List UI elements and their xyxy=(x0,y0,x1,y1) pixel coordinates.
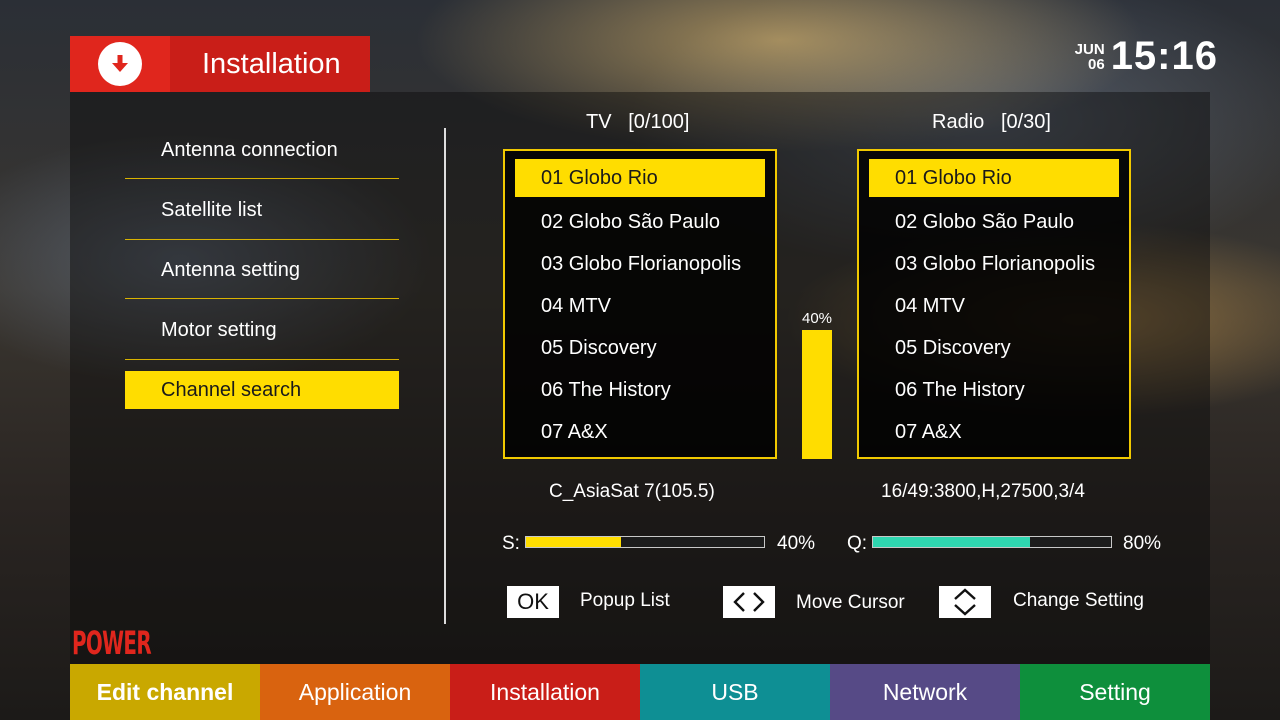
menu-separator xyxy=(125,178,399,179)
signal-quality-fill xyxy=(873,537,1031,547)
satellite-name: C_AsiaSat 7(105.5) xyxy=(549,481,715,502)
menu-separator xyxy=(125,359,399,360)
signal-strength-bar xyxy=(525,536,765,548)
change-setting-hint-text: Change Setting xyxy=(1013,590,1144,611)
title-tab: Installation xyxy=(70,36,370,92)
signal-strength-value: 40% xyxy=(777,533,816,554)
radio-label: Radio xyxy=(932,111,985,133)
tv-channel-row[interactable]: 06 The History xyxy=(515,369,765,411)
left-right-arrows-icon[interactable] xyxy=(723,586,775,618)
radio-channel-row[interactable]: 02 Globo São Paulo xyxy=(869,201,1119,243)
up-down-arrows-icon[interactable] xyxy=(939,586,991,618)
date: JUN 06 xyxy=(1075,42,1105,72)
radio-list-header: Radio [0/30] xyxy=(932,111,1051,134)
tv-channel-row[interactable]: 02 Globo São Paulo xyxy=(515,201,765,243)
tv-channel-list[interactable]: 01 Globo Rio 02 Globo São Paulo 03 Globo… xyxy=(503,149,777,459)
ok-hint-text: Popup List xyxy=(580,590,670,611)
date-day: 06 xyxy=(1088,55,1105,73)
nav-tab-installation[interactable]: Installation xyxy=(450,664,640,720)
nav-tab-usb[interactable]: USB xyxy=(640,664,830,720)
vertical-divider xyxy=(444,128,446,624)
radio-channel-list[interactable]: 01 Globo Rio 02 Globo São Paulo 03 Globo… xyxy=(857,149,1131,459)
ok-key[interactable]: OK xyxy=(507,586,559,618)
radio-channel-row[interactable]: 04 MTV xyxy=(869,285,1119,327)
menu-separator xyxy=(125,298,399,299)
clock-time: 15:16 xyxy=(1110,34,1218,78)
nav-tab-setting[interactable]: Setting xyxy=(1020,664,1210,720)
transponder-info: 16/49:3800,H,27500,3/4 xyxy=(881,481,1085,502)
nav-tab-application[interactable]: Application xyxy=(260,664,450,720)
download-icon xyxy=(98,42,142,86)
radio-channel-row[interactable]: 05 Discovery xyxy=(869,327,1119,369)
clock: JUN 06 15:16 xyxy=(1075,34,1218,79)
radio-channel-row[interactable]: 06 The History xyxy=(869,369,1119,411)
tv-channel-row[interactable]: 04 MTV xyxy=(515,285,765,327)
signal-quality-value: 80% xyxy=(1123,533,1162,554)
move-cursor-hint-text: Move Cursor xyxy=(796,592,905,613)
menu-item-antenna-connection[interactable]: Antenna connection xyxy=(125,131,399,169)
menu-item-motor-setting[interactable]: Motor setting xyxy=(125,311,399,349)
menu-item-satellite-list[interactable]: Satellite list xyxy=(125,191,399,229)
radio-channel-row[interactable]: 01 Globo Rio xyxy=(869,159,1119,197)
signal-strength-fill xyxy=(526,537,622,547)
menu-item-channel-search[interactable]: Channel search xyxy=(125,371,399,409)
tv-channel-row[interactable]: 01 Globo Rio xyxy=(515,159,765,197)
signal-quality-label: Q: xyxy=(847,533,868,554)
tv-list-header: TV [0/100] xyxy=(586,111,689,134)
radio-channel-row[interactable]: 03 Globo Florianopolis xyxy=(869,243,1119,285)
search-progress-bar xyxy=(802,330,832,459)
page-title: Installation xyxy=(170,36,370,92)
radio-channel-row[interactable]: 07 A&X xyxy=(869,411,1119,453)
tv-count: [0/100] xyxy=(628,111,690,133)
date-month: JUN xyxy=(1074,40,1105,58)
menu-item-antenna-setting[interactable]: Antenna setting xyxy=(125,251,399,289)
search-progress-label: 40% xyxy=(801,310,833,327)
tv-channel-row[interactable]: 03 Globo Florianopolis xyxy=(515,243,765,285)
nav-tab-network[interactable]: Network xyxy=(830,664,1020,720)
signal-quality-bar xyxy=(872,536,1112,548)
tv-channel-row[interactable]: 07 A&X xyxy=(515,411,765,453)
tv-channel-row[interactable]: 05 Discovery xyxy=(515,327,765,369)
bottom-nav: Edit channel Application Installation US… xyxy=(70,664,1210,720)
nav-tab-edit-channel[interactable]: Edit channel xyxy=(70,664,260,720)
radio-count: [0/30] xyxy=(1000,111,1051,133)
title-icon-box xyxy=(70,36,170,92)
menu-separator xyxy=(125,239,399,240)
tv-label: TV xyxy=(586,111,612,133)
signal-strength-label: S: xyxy=(502,533,520,554)
power-logo: POWER xyxy=(72,624,152,662)
